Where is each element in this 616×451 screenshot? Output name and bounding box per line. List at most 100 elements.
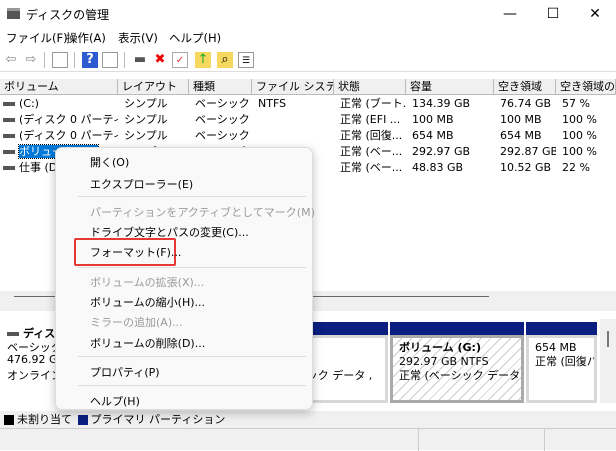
partition-status: 正常 (ベーシック データ パーテ bbox=[399, 369, 521, 382]
table-cell: 22 % bbox=[562, 161, 590, 174]
disk-state: オンライン bbox=[7, 369, 62, 382]
table-cell: 100 MB bbox=[500, 113, 542, 126]
table-cell bbox=[252, 112, 334, 128]
table-cell: ベーシック bbox=[195, 129, 250, 142]
table-cell: ベーシック bbox=[195, 97, 250, 110]
column-header-volume[interactable]: ボリューム bbox=[0, 79, 118, 95]
table-cell: 134.39 GB bbox=[412, 97, 471, 110]
menu-item-add-mirror: ミラーの追加(A)... bbox=[90, 316, 183, 329]
status-bar bbox=[0, 428, 616, 451]
unallocated-swatch bbox=[4, 415, 14, 425]
help-icon[interactable]: ? bbox=[82, 52, 98, 68]
context-menu: 開く(O) エクスプローラー(E) パーティションをアクティブとしてマーク(M)… bbox=[55, 147, 315, 410]
disk-management-icon bbox=[7, 8, 20, 19]
column-header-type[interactable]: 種類 bbox=[189, 79, 252, 95]
menu-item-shrink[interactable]: ボリュームの縮小(H)... bbox=[90, 294, 205, 310]
menu-item-properties[interactable]: プロパティ(P) bbox=[90, 364, 160, 380]
table-cell: 654 MB bbox=[500, 129, 542, 142]
table-cell: シンプル bbox=[124, 97, 168, 110]
menu-item-delete-volume[interactable]: ボリュームの削除(D)... bbox=[90, 335, 205, 351]
disk-icon bbox=[7, 332, 19, 336]
table-cell: 654 MB bbox=[412, 129, 454, 142]
column-header-free-percent[interactable]: 空き領域の% bbox=[556, 79, 616, 95]
legend-unallocated: 未割り当て bbox=[17, 413, 72, 426]
menu-item-explorer[interactable]: エクスプローラー(E) bbox=[90, 176, 193, 192]
table-cell: 48.83 GB bbox=[412, 161, 464, 174]
table-cell: 100 % bbox=[562, 145, 597, 158]
volume-name: (ディスク 0 パーティシ... bbox=[19, 129, 118, 142]
table-row[interactable]: (C:) シンプル ベーシック NTFS 正常 (ブート... 134.39 GB 76.7… bbox=[0, 96, 616, 112]
settings-icon[interactable]: ☰ bbox=[238, 52, 254, 68]
column-header-filesystem[interactable]: ファイル システム bbox=[252, 79, 334, 95]
legend: 未割り当て プライマリ パーティション bbox=[0, 411, 616, 428]
connect-icon[interactable]: ▬ bbox=[132, 52, 148, 68]
minimize-button[interactable]: — bbox=[490, 4, 530, 24]
table-row[interactable]: (ディスク 0 パーティシ... シンプル ベーシック 正常 (EFI ... 100 … bbox=[0, 112, 616, 128]
partition-size: 292.97 GB NTFS bbox=[399, 355, 489, 368]
search-icon[interactable]: ⌕ bbox=[217, 52, 233, 68]
menu-help[interactable]: ヘルプ(H) bbox=[169, 30, 221, 46]
primary-swatch bbox=[77, 415, 88, 425]
table-cell: 正常 (ベー... bbox=[340, 161, 403, 174]
table-cell: NTFS bbox=[258, 97, 287, 110]
table-row[interactable]: (ディスク 0 パーティシ... シンプル ベーシック 正常 (回復... 654 MB… bbox=[0, 128, 616, 144]
delete-icon[interactable]: ✖ bbox=[152, 52, 168, 68]
drive-icon bbox=[3, 166, 15, 170]
column-header-capacity[interactable]: 容量 bbox=[406, 79, 494, 95]
table-cell: 292.97 GB bbox=[412, 145, 471, 158]
table-cell bbox=[252, 128, 334, 144]
drive-icon bbox=[3, 102, 15, 106]
column-header-layout[interactable]: レイアウト bbox=[118, 79, 189, 95]
volume-name: (C:) bbox=[19, 97, 39, 110]
table-cell: ベーシック bbox=[195, 113, 250, 126]
menu-item-help[interactable]: ヘルプ(H) bbox=[90, 393, 140, 409]
table-cell: シンプル bbox=[124, 113, 168, 126]
menu-view[interactable]: 表示(V) bbox=[118, 30, 158, 46]
up-icon[interactable]: ↑ bbox=[195, 52, 211, 68]
action-pane-icon[interactable] bbox=[102, 52, 118, 68]
table-cell: 76.74 GB bbox=[500, 97, 552, 110]
column-header-status[interactable]: 状態 bbox=[334, 79, 406, 95]
volume-name: (ディスク 0 パーティシ... bbox=[19, 113, 118, 126]
menu-item-extend: ボリュームの拡張(X)... bbox=[90, 276, 205, 289]
toolbar: ⇦ ⇨ ? ▬ ✖ ✓ ↑ ⌕ ☰ bbox=[0, 48, 616, 72]
drive-icon bbox=[3, 150, 15, 154]
legend-primary: プライマリ パーティション bbox=[90, 413, 226, 426]
maximize-button[interactable]: ☐ bbox=[533, 4, 573, 24]
vertical-scrollbar[interactable] bbox=[600, 319, 616, 403]
table-cell: (C:) bbox=[0, 96, 118, 112]
window-title: ディスクの管理 bbox=[26, 8, 110, 22]
menu-item-open[interactable]: 開く(O) bbox=[90, 154, 129, 170]
properties-icon[interactable]: ✓ bbox=[172, 52, 188, 68]
table-cell: 57 % bbox=[562, 97, 590, 110]
forward-icon[interactable]: ⇨ bbox=[23, 52, 39, 68]
partition-status: 正常 (回復パ bbox=[535, 355, 597, 368]
partition-title: ボリューム (G:) bbox=[399, 341, 481, 354]
menu-file[interactable]: ファイル(F) bbox=[6, 30, 68, 46]
close-button[interactable]: ✕ bbox=[575, 4, 615, 24]
table-cell: 292.87 GB bbox=[500, 145, 556, 158]
table-cell: 100 % bbox=[562, 113, 597, 126]
title-bar: ディスクの管理 — ☐ ✕ bbox=[0, 0, 616, 28]
column-header-free[interactable]: 空き領域 bbox=[494, 79, 556, 95]
table-cell: (ディスク 0 パーティシ... bbox=[0, 128, 118, 144]
table-cell: 10.52 GB bbox=[500, 161, 552, 174]
partition-size: 654 MB bbox=[535, 341, 577, 354]
table-cell: (ディスク 0 パーティシ... bbox=[0, 112, 118, 128]
partition-recovery[interactable]: 654 MB 正常 (回復パ bbox=[526, 335, 597, 403]
menu-bar: ファイル(F) 操作(A) 表示(V) ヘルプ(H) bbox=[0, 28, 616, 48]
table-cell: 正常 (回復... bbox=[340, 129, 403, 142]
partition-g-selected[interactable]: ボリューム (G:) 292.97 GB NTFS 正常 (ベーシック データ … bbox=[390, 335, 524, 403]
console-tree-icon[interactable] bbox=[52, 52, 68, 68]
drive-icon bbox=[3, 134, 15, 138]
drive-icon bbox=[3, 118, 15, 122]
menu-item-mark-active: パーティションをアクティブとしてマーク(M) bbox=[90, 206, 315, 219]
table-cell: 正常 (EFI ... bbox=[340, 113, 401, 126]
table-cell: 正常 (ブート... bbox=[340, 97, 406, 110]
menu-item-format[interactable]: フォーマット(F)... bbox=[90, 244, 181, 260]
table-cell: 100 MB bbox=[412, 113, 454, 126]
table-cell: 100 % bbox=[562, 129, 597, 142]
back-icon[interactable]: ⇦ bbox=[3, 52, 19, 68]
table-cell: 正常 (ベー... bbox=[340, 145, 403, 158]
menu-action[interactable]: 操作(A) bbox=[66, 30, 106, 46]
